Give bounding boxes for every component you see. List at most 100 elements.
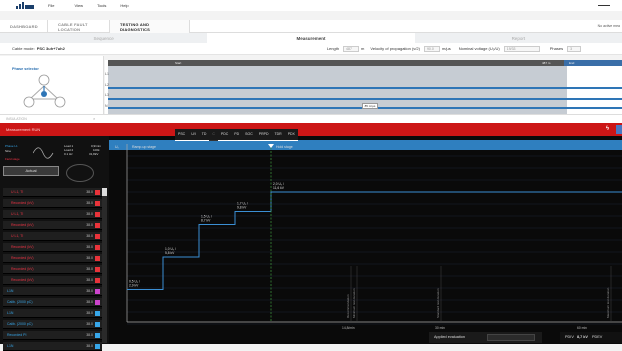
channel-color-swatch[interactable]	[95, 256, 100, 261]
waveform-mini-icon	[33, 147, 54, 159]
channel-row[interactable]: L1N 38.0	[3, 309, 102, 318]
duration-label: Maximum test duration	[606, 287, 610, 318]
rampup-stage-label: Ramp-up stage	[132, 145, 156, 149]
channel-row[interactable]: Calib. (2000 pC) 38.0	[3, 298, 102, 307]
scrollbar-thumb[interactable]	[102, 188, 107, 196]
waveform-label-l1: L1	[105, 72, 109, 76]
channel-row-value: 38.0	[86, 278, 93, 282]
minimize-icon[interactable]	[598, 5, 610, 6]
channel-row-value: 38.0	[86, 223, 93, 227]
x-tick-label: 14,8/min	[342, 326, 355, 330]
channel-row[interactable]: L1N 38.0	[3, 287, 102, 296]
phase-triangle-diagram[interactable]	[0, 56, 104, 114]
channel-row[interactable]: U L1, TI 38.0	[3, 232, 102, 241]
pdiv-label: PDIV	[565, 335, 574, 339]
duration-label: Recommendation	[346, 294, 350, 318]
main-tabs: DASHBOARD CABLE FAULT LOCATION TESTING A…	[0, 20, 622, 33]
menu-file[interactable]: File	[48, 3, 54, 8]
actual-button[interactable]: Actual	[3, 166, 59, 176]
waveform-end-tag: End	[569, 61, 575, 65]
channel-row[interactable]: Recorded (kV) 38.0	[3, 254, 102, 263]
channel-color-swatch[interactable]	[95, 267, 100, 272]
waveform-trace-l3	[108, 98, 622, 100]
step-sequence[interactable]: Sequence	[0, 33, 207, 43]
velocity-input[interactable]: 90.0	[423, 45, 440, 52]
pdiv-value: 8,7 kV	[576, 335, 588, 339]
collapse-strip: INSULATION ×	[0, 114, 622, 123]
channel-row-value: 38.0	[86, 190, 93, 194]
channel-row[interactable]: Recorded (kV) 38.0	[3, 221, 102, 230]
channel-row-label: Recorded (kV)	[11, 256, 34, 260]
duration-label: Minimum test duration	[352, 288, 356, 318]
cable-mode-value: PSC 3uh+7uh2	[36, 46, 65, 51]
step-measurement[interactable]: Measurement	[207, 33, 415, 43]
channel-row[interactable]: Calib. (2000 pC) 38.0	[3, 320, 102, 329]
waveform-area[interactable]: Start 487 m End L1 L2 L3 N 85 m/µs	[105, 60, 622, 114]
channel-color-swatch[interactable]	[95, 322, 100, 327]
channel-row-label: U L1, TI	[11, 212, 24, 216]
channel-list-scrollbar[interactable]	[102, 188, 107, 343]
channel-color-swatch[interactable]	[95, 289, 100, 294]
waveform-start-label: Start	[175, 61, 182, 65]
tab-cable-fault-location[interactable]: CABLE FAULT LOCATION	[48, 20, 110, 33]
collapse-close-icon[interactable]: ×	[93, 116, 95, 121]
channel-row-label: Recorded (kV)	[11, 201, 34, 205]
waveform-label-l3: L3	[105, 93, 109, 97]
channel-color-swatch[interactable]	[95, 212, 100, 217]
warning-lightning-icon: ϟ	[605, 126, 609, 132]
channel-color-swatch[interactable]	[95, 300, 100, 305]
channel-row[interactable]: U L1, TI 38.0	[3, 188, 102, 197]
waveform-marker[interactable]: 85 m/µs	[362, 103, 378, 109]
channel-color-swatch[interactable]	[95, 344, 100, 349]
channel-row[interactable]: Recorded (kV) 38.0	[3, 243, 102, 252]
step-report[interactable]: Report	[415, 33, 622, 43]
channel-row-value: 38.0	[86, 322, 93, 326]
step-label: 8,7 kV	[201, 219, 211, 223]
measurement-header-title: Measurement RUN	[6, 127, 41, 132]
menu-bar: File View Tools Help	[0, 0, 622, 11]
tab-dashboard[interactable]: DASHBOARD	[0, 20, 48, 33]
length-input[interactable]: 487	[343, 45, 360, 52]
voltage-chart[interactable]: PSC U/I TD C PDC PD SOC PRPD TDR PDX U₀ Ramp-up st…	[109, 129, 622, 344]
channel-row[interactable]: Recorded (kV) 38.0	[3, 276, 102, 285]
channel-color-swatch[interactable]	[95, 278, 100, 283]
channel-row-value: 38.0	[86, 267, 93, 271]
phase-selector-panel: Phase selector	[0, 56, 104, 114]
nominal-voltage-select[interactable]: 19/33	[503, 45, 540, 52]
tab-testing-diagnostics[interactable]: TESTING AND DIAGNOSTICS	[110, 20, 190, 33]
menu-tools[interactable]: Tools	[97, 3, 106, 8]
y-axis-label: U₀	[115, 145, 120, 149]
channel-row[interactable]: U L1, TI 38.0	[3, 210, 102, 219]
menu-view[interactable]: View	[74, 3, 83, 8]
channel-color-swatch[interactable]	[95, 311, 100, 316]
step-label: 5,8 kV	[165, 251, 175, 255]
active-measurement-status: No active mea	[597, 24, 620, 28]
channel-row[interactable]: Recorded (kV) 38.0	[3, 199, 102, 208]
parameter-bar: Cable mode: PSC 3uh+7uh2 Length 487 m Ve…	[0, 43, 622, 55]
channel-color-swatch[interactable]	[95, 234, 100, 239]
channel-row-label: Recorded (kV)	[11, 278, 34, 282]
length-unit: m	[361, 46, 365, 51]
channel-row[interactable]: Recorded PI 38.0	[3, 331, 102, 340]
voltage-knob[interactable]	[66, 164, 94, 182]
channel-color-swatch[interactable]	[95, 223, 100, 228]
selection-summary: Phase L1 Load 1 Load 2 0.1 Hz Sine Field…	[3, 142, 103, 164]
channel-row[interactable]: Recorded (kV) 38.0	[3, 265, 102, 274]
panel-toggle-button[interactable]	[616, 125, 622, 134]
channel-row-label: L1N	[7, 289, 14, 293]
channel-row-value: 38.0	[86, 201, 93, 205]
channel-row[interactable]: L1N 38.0	[3, 342, 102, 351]
channel-color-swatch[interactable]	[95, 245, 100, 250]
channel-row-label: U L1, TI	[11, 190, 24, 194]
applied-evaluation-select[interactable]	[487, 334, 535, 341]
pdev-label[interactable]: PDEV	[592, 335, 602, 339]
collapse-label: INSULATION	[6, 117, 27, 121]
duration-label: Standard test duration	[436, 288, 440, 318]
channel-color-swatch[interactable]	[95, 190, 100, 195]
channel-row-value: 38.0	[86, 234, 93, 238]
x-tick-label: 60 min	[577, 326, 587, 330]
channel-color-swatch[interactable]	[95, 201, 100, 206]
channel-color-swatch[interactable]	[95, 333, 100, 338]
phases-select[interactable]: 3	[567, 45, 582, 52]
menu-help[interactable]: Help	[120, 3, 128, 8]
